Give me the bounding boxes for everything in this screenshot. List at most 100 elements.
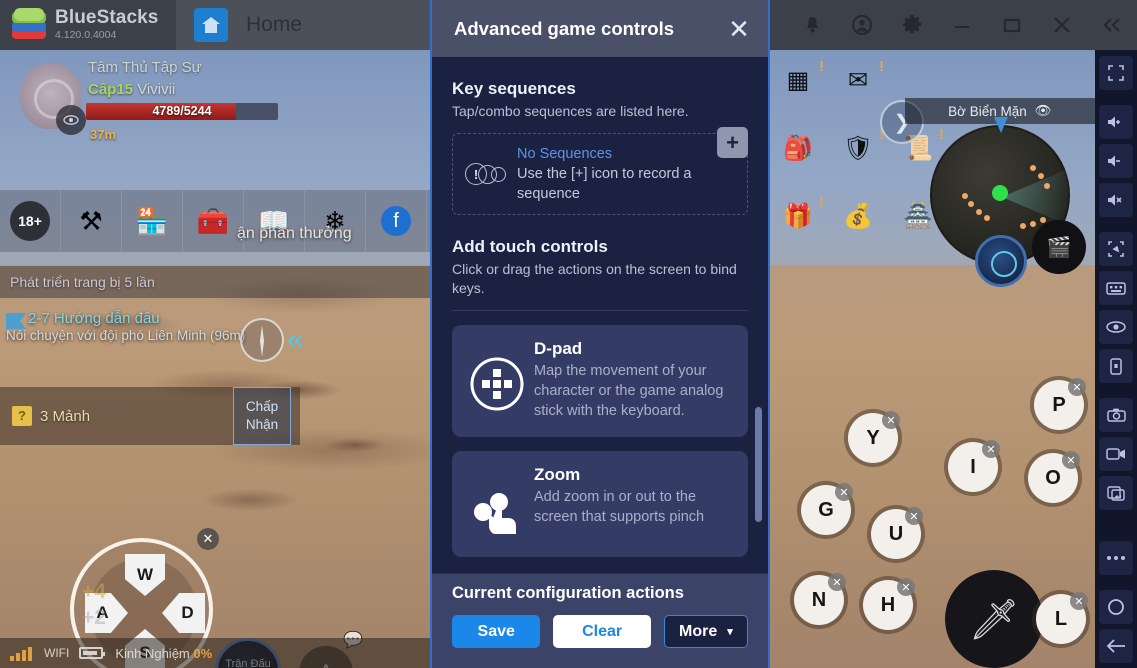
section-divider (452, 310, 748, 311)
key-remove-icon[interactable]: ✕ (1070, 592, 1088, 610)
tab-home[interactable]: Home (176, 0, 431, 50)
record-camera-icon[interactable]: 🎬 (1032, 220, 1086, 274)
quest-block[interactable]: 2-7 Hướng dẫn đấu Nói chuyện với đội phó… (0, 310, 430, 370)
key-remove-icon[interactable]: ✕ (1068, 378, 1086, 396)
player-level: Cấp15 (88, 81, 134, 98)
keyboard-controls-icon[interactable] (1099, 271, 1133, 305)
key-binding-U[interactable]: U ✕ (871, 507, 923, 559)
quickbar-item-chest[interactable]: 🧰 (183, 190, 244, 252)
gear-icon[interactable] (887, 0, 937, 50)
key-binding-Y[interactable]: Y ✕ (848, 411, 900, 463)
volume-up-icon[interactable] (1099, 105, 1133, 139)
control-card-dpad-title: D-pad (534, 339, 583, 358)
quickbar-item-age[interactable]: 18+ (0, 190, 61, 252)
player-eye-icon[interactable] (56, 105, 86, 135)
dpad-icon (466, 353, 528, 415)
screenshot-icon[interactable] (1099, 398, 1133, 432)
eye-icon[interactable] (1099, 310, 1133, 344)
close-icon[interactable] (1037, 0, 1087, 50)
zone-name: Bờ Biển Mặn (948, 103, 1027, 119)
account-icon[interactable] (837, 0, 887, 50)
key-remove-icon[interactable]: ✕ (828, 573, 846, 591)
chest-icon: 🧰 (196, 205, 230, 236)
notifications-icon[interactable] (787, 0, 837, 50)
quickbar-item-facebook[interactable]: f (366, 190, 427, 252)
fullscreen-icon[interactable] (1099, 56, 1133, 90)
rotate-icon[interactable] (1099, 232, 1133, 266)
player-hp-bar: 4789/5244 (86, 103, 278, 120)
minimap-player-marker (992, 185, 1008, 201)
bluestacks-tool-sidebar[interactable] (1095, 50, 1137, 668)
volume-down-icon[interactable] (1099, 144, 1133, 178)
media-manager-icon[interactable] (1099, 476, 1133, 510)
clear-button[interactable]: Clear (553, 615, 651, 648)
key-binding-H[interactable]: H ✕ (863, 578, 915, 630)
sequence-empty-text: No Sequences Use the [+] icon to record … (517, 144, 735, 204)
exp-label: Kinh Nghiệm (115, 645, 190, 661)
forge-icon: ⚒ (79, 205, 103, 236)
key-binding-P[interactable]: P ✕ (1034, 378, 1086, 430)
dpad-remove-icon[interactable]: ✕ (197, 528, 219, 550)
control-card-zoom-title: Zoom (534, 465, 581, 484)
key-remove-icon[interactable]: ✕ (897, 578, 915, 596)
menu-guild-icon[interactable]: 🛡! (838, 126, 884, 170)
no-sequences-title: No Sequences (517, 146, 613, 162)
attack-button[interactable]: 🗡 (945, 570, 1043, 668)
key-label: H (880, 593, 896, 616)
menu-grid-icon[interactable]: ▦! (778, 58, 824, 102)
save-button[interactable]: Save (452, 615, 541, 648)
faction-emblem-icon[interactable] (975, 235, 1027, 287)
accept-button[interactable]: Chấp Nhận (233, 387, 291, 445)
brand-name: BlueStacks (55, 7, 159, 28)
maximize-icon[interactable] (987, 0, 1037, 50)
network-label: WIFI (44, 646, 70, 660)
dialog-close-icon[interactable]: ✕ (724, 16, 754, 42)
quickbar-item-shop[interactable]: 🏪 (122, 190, 183, 252)
reward-chip-icon: ? (12, 406, 32, 426)
add-sequence-button[interactable]: + (717, 127, 748, 158)
menu-bag-icon[interactable]: 🎒 (778, 130, 822, 170)
player-level-line: Cấp15 Vivivii (88, 81, 175, 98)
dialog-header: Advanced game controls ✕ (432, 0, 768, 57)
more-icon[interactable] (1099, 541, 1133, 575)
home-circle-icon[interactable] (1099, 590, 1133, 624)
quest-subtitle: Nói chuyện với đội phó Liên Minh (96m) (6, 328, 246, 343)
bluestacks-stack-icon (12, 8, 46, 42)
quickbar-item-forge[interactable]: ⚒ (61, 190, 122, 252)
minimap-dot (1038, 173, 1044, 179)
device-icon[interactable] (1099, 349, 1133, 383)
chevrons-left-icon[interactable] (1087, 0, 1137, 50)
more-button[interactable]: More ▾ (663, 615, 748, 648)
control-card-zoom-desc: Add zoom in or out to the screen that su… (534, 489, 705, 525)
minimap-dot (968, 201, 974, 207)
mute-icon[interactable] (1099, 183, 1133, 217)
minimize-icon[interactable] (937, 0, 987, 50)
key-remove-icon[interactable]: ✕ (835, 483, 853, 501)
player-hp-text: 4789/5244 (152, 104, 212, 118)
menu-mail-icon[interactable]: ✉! (838, 58, 884, 102)
key-remove-icon[interactable]: ✕ (905, 507, 923, 525)
control-card-dpad[interactable]: D-pad Map the movement of your character… (452, 325, 748, 437)
battery-icon (79, 647, 106, 659)
back-icon[interactable] (1099, 629, 1133, 663)
dialog-body[interactable]: Key sequences Tap/combo sequences are li… (432, 57, 768, 573)
key-binding-L[interactable]: L ✕ (1036, 592, 1088, 644)
game-quickbar[interactable]: 18+ ⚒ 🏪 🧰 📖 ❄ f (0, 190, 430, 252)
zone-eye-icon[interactable]: 👁 (1035, 103, 1052, 119)
key-binding-N[interactable]: N ✕ (794, 573, 846, 625)
compass-icon[interactable] (240, 318, 284, 362)
key-remove-icon[interactable]: ✕ (982, 440, 1000, 458)
exp-readout: Kinh Nghiệm 0% (115, 646, 212, 661)
key-remove-icon[interactable]: ✕ (1062, 451, 1080, 469)
key-binding-G[interactable]: G ✕ (801, 483, 853, 535)
key-binding-O[interactable]: O ✕ (1028, 451, 1080, 503)
key-binding-I[interactable]: I ✕ (948, 440, 1000, 492)
control-card-zoom[interactable]: Zoom Add zoom in or out to the screen th… (452, 451, 748, 557)
key-remove-icon[interactable]: ✕ (882, 411, 900, 429)
sequence-empty-icon: ! (465, 159, 511, 189)
record-video-icon[interactable] (1099, 437, 1133, 471)
age-rating-badge: 18+ (10, 201, 50, 241)
menu-bounty-icon[interactable]: 💰 (838, 198, 882, 238)
menu-gift-icon[interactable]: 🎁! (778, 194, 824, 238)
dialog-scrollbar[interactable] (755, 407, 762, 522)
